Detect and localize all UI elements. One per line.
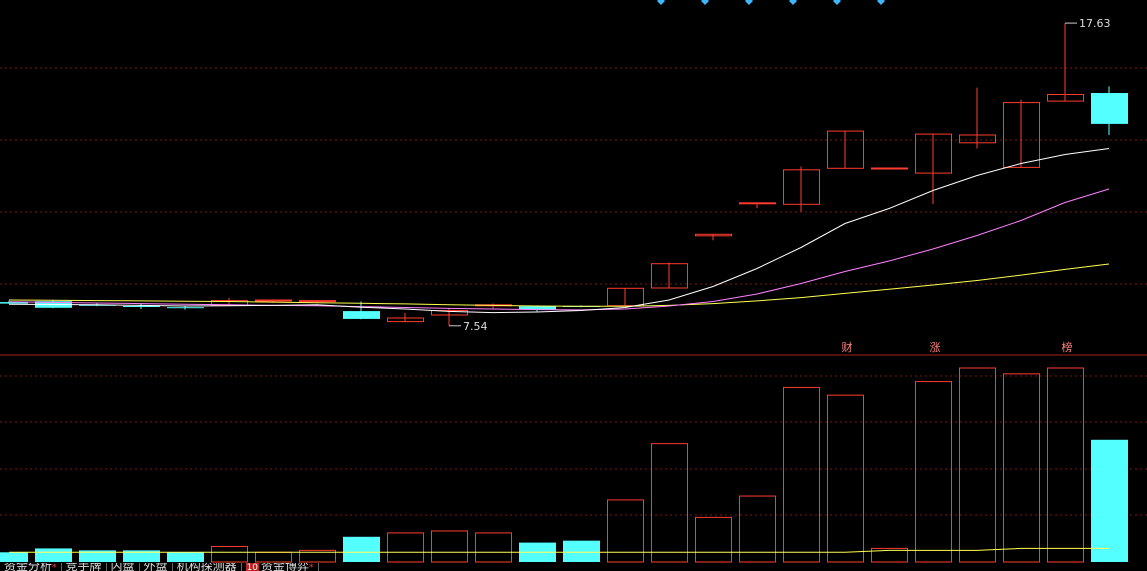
candle-body	[739, 202, 776, 205]
volume-bar	[651, 443, 688, 563]
volume-bar	[1091, 439, 1128, 562]
high-price-label: 17.63	[1079, 17, 1111, 30]
tab-badge: 10	[245, 563, 260, 571]
tab-fund-analysis[interactable]: 资金分析*	[0, 563, 62, 571]
low-price-label: 7.54	[463, 320, 488, 333]
indicator-tab-bar: 资金分析* 竞手牌 内盘 外盘 机构探测器 10 资金博弈*	[0, 563, 1147, 571]
volume-bar	[387, 532, 424, 563]
tab-bid[interactable]: 竞手牌	[62, 563, 107, 571]
event-marker-icon	[789, 0, 797, 5]
volume-bar	[915, 381, 952, 563]
tab-inner[interactable]: 内盘	[107, 563, 140, 571]
event-marker-icon	[833, 0, 841, 5]
candle-body	[1091, 93, 1128, 124]
event-tag: 涨	[930, 341, 941, 354]
event-marker-icon	[701, 0, 709, 5]
candle-body	[343, 311, 380, 319]
volume-bar	[431, 530, 468, 563]
volume-bar	[827, 394, 864, 563]
tab-dot: *	[52, 563, 57, 571]
volume-bar	[343, 536, 380, 562]
tab-label: 机构探测器	[176, 563, 237, 571]
volume-bar	[255, 551, 292, 563]
ma-yellow-line	[8, 263, 1110, 307]
tab-label: 资金分析	[4, 563, 53, 571]
volume-bar	[695, 516, 732, 563]
event-marker-icon	[745, 0, 753, 5]
candle-body	[255, 299, 292, 302]
event-tag: 榜	[1062, 340, 1073, 354]
tab-outer[interactable]: 外盘	[140, 563, 173, 571]
volume-bar	[1047, 367, 1084, 563]
volume-bar	[1003, 373, 1040, 563]
candle-body	[167, 307, 204, 309]
candle-body	[299, 300, 336, 303]
volume-ma-line	[9, 547, 1109, 553]
candle-body	[871, 167, 908, 170]
tab-institution-detector[interactable]: 机构探测器	[173, 563, 242, 571]
volume-bar	[783, 386, 820, 563]
volume-bar	[0, 552, 28, 562]
volume-bar	[211, 545, 248, 563]
volume-bar	[35, 548, 72, 562]
candle-body	[123, 306, 160, 307]
tab-dot: *	[309, 563, 314, 571]
event-marker-icon	[657, 0, 665, 5]
volume-bar	[475, 532, 512, 563]
kline-chart[interactable]: 17.63 7.54 财 涨 榜	[0, 0, 1147, 571]
event-marker-icon	[877, 0, 885, 5]
volume-bar	[959, 367, 996, 563]
tab-label: 外盘	[143, 563, 168, 571]
tab-label: 竞手牌	[65, 563, 102, 571]
volume-bar	[563, 540, 600, 562]
tab-label: 内盘	[110, 563, 135, 571]
event-tag: 财	[842, 340, 853, 354]
tab-fund-game[interactable]: 10 资金博弈*	[242, 563, 319, 571]
ma-pink-line	[8, 188, 1110, 311]
tab-label: 资金博弈	[261, 563, 310, 571]
volume-bar	[167, 552, 204, 562]
